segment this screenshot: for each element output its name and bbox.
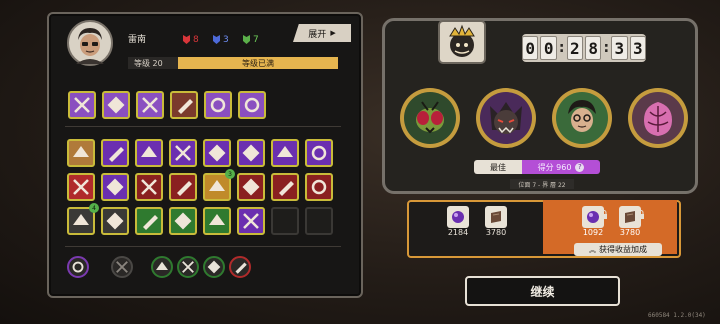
blade-icon[interactable] xyxy=(102,91,130,119)
green-mask-icon xyxy=(243,35,250,44)
green-claw-icon[interactable] xyxy=(151,256,173,278)
triangle-rune-icon[interactable] xyxy=(305,139,333,167)
double-chevron-up-icon: ︽ xyxy=(589,245,596,254)
spear-icon[interactable] xyxy=(237,173,265,201)
purple-orb-icon xyxy=(447,206,469,228)
green-gem-count: 7 xyxy=(242,34,259,45)
timer-digit: 0 xyxy=(521,36,539,60)
leaf-blade-icon[interactable] xyxy=(203,207,231,235)
level-label: 等级 20 xyxy=(128,57,184,69)
pink-ghost-portrait[interactable] xyxy=(628,88,688,148)
lock-icon xyxy=(600,204,608,219)
claw-icon[interactable] xyxy=(135,173,163,201)
count-badge: 3 xyxy=(225,169,235,179)
brute-icon[interactable] xyxy=(305,173,333,201)
timer-digit: 8 xyxy=(585,36,602,60)
timer-digit: 3 xyxy=(611,36,628,60)
avatar[interactable] xyxy=(67,20,113,66)
axe-icon[interactable] xyxy=(169,139,197,167)
boots-icon[interactable] xyxy=(204,91,232,119)
red-arrow-icon[interactable] xyxy=(229,256,251,278)
swift-icon[interactable] xyxy=(67,139,95,167)
timer-digit: 0 xyxy=(540,36,557,60)
level-progress-bar: 等级已满 xyxy=(178,57,338,69)
divider xyxy=(65,126,341,127)
green-slash-icon[interactable] xyxy=(177,256,199,278)
divider xyxy=(65,246,341,247)
character-name: 雷南 xyxy=(128,35,147,45)
belt-icon[interactable] xyxy=(136,91,164,119)
backpack-icon[interactable] xyxy=(238,91,266,119)
brown-token-icon xyxy=(485,206,507,228)
blue-mask-icon xyxy=(213,35,220,44)
whirl-icon[interactable] xyxy=(101,139,129,167)
expand-button[interactable]: 展开 ▶ xyxy=(293,24,351,42)
crossed-blades-icon[interactable] xyxy=(237,139,265,167)
hero-portrait[interactable] xyxy=(552,88,612,148)
wing-icon[interactable] xyxy=(135,139,163,167)
fire-swirl-icon[interactable] xyxy=(67,173,95,201)
lock-icon xyxy=(637,204,645,219)
dual-claw-icon[interactable] xyxy=(135,207,163,235)
purple-rune-icon[interactable] xyxy=(67,256,89,278)
red-mask-icon xyxy=(183,35,190,44)
red-gem-count: 8 xyxy=(182,34,199,45)
bonus-button[interactable]: ︽ 获得收益加成 xyxy=(574,243,662,256)
info-icon[interactable]: ? xyxy=(575,162,585,172)
position-label: 位面 7 - 界 層 22 xyxy=(510,179,574,189)
blue-gem-count: 3 xyxy=(212,34,229,45)
fly-boss-portrait[interactable] xyxy=(400,88,460,148)
empty-slot[interactable] xyxy=(271,207,299,235)
timer-digit: 2 xyxy=(566,36,583,60)
empty-slot[interactable] xyxy=(305,207,333,235)
shuriken-icon[interactable] xyxy=(237,207,265,235)
reward-item: 2184 xyxy=(443,206,473,242)
chest-icon[interactable] xyxy=(170,91,198,119)
crown-crest-icon[interactable] xyxy=(438,20,486,64)
gauntlet-icon[interactable] xyxy=(68,91,96,119)
green-potion-icon[interactable] xyxy=(203,256,225,278)
score-label: 得分 960 ? xyxy=(522,160,600,174)
beast-icon[interactable] xyxy=(271,139,299,167)
feather-icon[interactable] xyxy=(169,173,197,201)
run-timer: 0 0 : 2 8 : 3 3 xyxy=(521,34,647,62)
locked-rune-icon[interactable] xyxy=(111,256,133,278)
slash-icon[interactable] xyxy=(203,139,231,167)
ghost-icon[interactable] xyxy=(101,207,129,235)
triangle-right-icon: ▶ xyxy=(330,29,336,37)
count-badge: 4 xyxy=(89,203,99,213)
demon-mask-icon[interactable] xyxy=(101,173,129,201)
continue-button[interactable]: 继续 xyxy=(465,276,620,306)
dark-beast-portrait[interactable] xyxy=(476,88,536,148)
boomerang-icon[interactable] xyxy=(169,207,197,235)
best-label: 最佳 xyxy=(474,160,522,174)
timer-digit: 3 xyxy=(629,36,647,60)
flame-claw-icon[interactable] xyxy=(271,173,299,201)
version-label: 660584 1.2.0(34) xyxy=(648,312,706,319)
reward-item: 3780 xyxy=(481,206,511,242)
